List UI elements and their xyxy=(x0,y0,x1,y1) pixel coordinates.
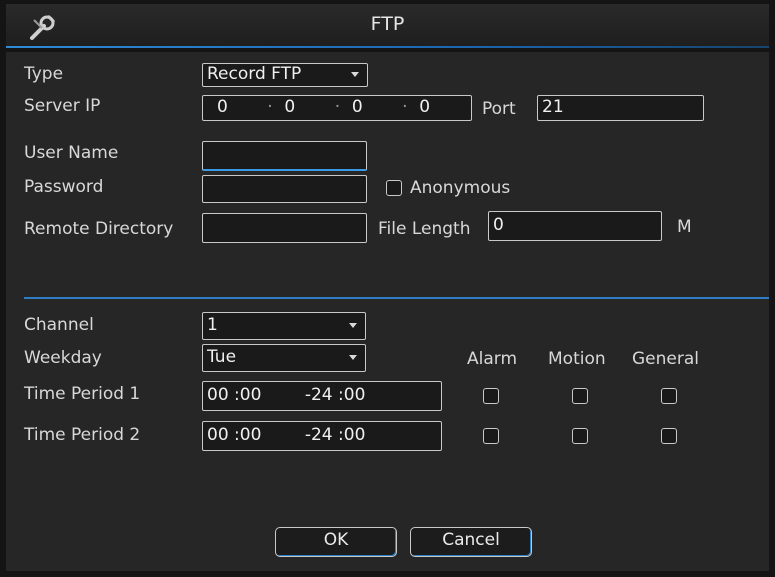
port-label: Port xyxy=(482,99,516,119)
period-1-general-checkbox[interactable] xyxy=(661,388,677,404)
user-name-input[interactable] xyxy=(202,141,367,171)
start-minute[interactable]: 00 xyxy=(240,425,262,445)
remote-directory-input[interactable] xyxy=(202,213,367,243)
weekday-value: Tue xyxy=(207,347,237,367)
start-hour[interactable]: 00 xyxy=(207,385,229,405)
alarm-column-header: Alarm xyxy=(467,349,518,369)
weekday-dropdown[interactable]: Tue xyxy=(202,344,366,372)
remote-directory-label: Remote Directory xyxy=(24,219,174,239)
motion-column-header: Motion xyxy=(548,349,606,369)
end-minute[interactable]: 00 xyxy=(344,425,366,445)
period-2-alarm-checkbox[interactable] xyxy=(483,428,499,444)
period-1-motion-checkbox[interactable] xyxy=(572,388,588,404)
end-minute[interactable]: 00 xyxy=(344,385,366,405)
period-2-motion-checkbox[interactable] xyxy=(572,428,588,444)
port-input[interactable]: 21 xyxy=(537,95,704,121)
ip-dot: · xyxy=(267,97,273,117)
chevron-down-icon xyxy=(351,72,359,77)
anonymous-label: Anonymous xyxy=(410,178,511,198)
ok-button[interactable]: OK xyxy=(275,527,397,557)
period-1-alarm-checkbox[interactable] xyxy=(483,388,499,404)
file-length-unit: M xyxy=(677,217,692,237)
title-bar: FTP xyxy=(6,4,769,48)
time-period-1-label: Time Period 1 xyxy=(24,384,141,404)
server-ip-input[interactable]: 0 · 0 · 0 · 0 xyxy=(202,95,472,121)
ftp-settings-panel xyxy=(6,52,769,571)
file-length-input[interactable]: 0 xyxy=(488,211,662,241)
chevron-down-icon xyxy=(349,323,357,328)
cancel-button[interactable]: Cancel xyxy=(410,527,532,557)
channel-label: Channel xyxy=(24,315,94,335)
start-minute[interactable]: 00 xyxy=(240,385,262,405)
type-dropdown[interactable]: Record FTP xyxy=(202,63,368,87)
ip-octet-4[interactable]: 0 xyxy=(419,96,463,118)
end-hour[interactable]: 24 xyxy=(311,385,333,405)
weekday-label: Weekday xyxy=(24,348,102,368)
general-column-header: General xyxy=(632,349,699,369)
user-name-label: User Name xyxy=(24,143,119,163)
ip-octet-1[interactable]: 0 xyxy=(217,96,261,118)
file-length-label: File Length xyxy=(378,219,471,239)
channel-value: 1 xyxy=(207,315,218,335)
start-hour[interactable]: 00 xyxy=(207,425,229,445)
time-period-1-input[interactable]: 00 :00 -24 :00 xyxy=(202,381,442,411)
time-period-2-label: Time Period 2 xyxy=(24,425,141,445)
period-2-general-checkbox[interactable] xyxy=(661,428,677,444)
end-hour[interactable]: 24 xyxy=(311,425,333,445)
time-period-2-input[interactable]: 00 :00 -24 :00 xyxy=(202,421,442,451)
type-label: Type xyxy=(24,64,64,84)
section-divider xyxy=(24,297,769,299)
ip-dot: · xyxy=(334,97,341,117)
ip-dot: · xyxy=(402,97,408,117)
type-value: Record FTP xyxy=(207,64,302,84)
ip-octet-3[interactable]: 0 xyxy=(352,96,396,118)
password-input[interactable] xyxy=(202,175,367,203)
server-ip-label: Server IP xyxy=(24,96,101,116)
chevron-down-icon xyxy=(349,355,357,360)
title-underline xyxy=(6,46,769,48)
ip-octet-2[interactable]: 0 xyxy=(284,96,328,118)
anonymous-checkbox[interactable] xyxy=(386,180,402,196)
window-title: FTP xyxy=(370,13,405,35)
password-label: Password xyxy=(24,177,104,197)
channel-dropdown[interactable]: 1 xyxy=(202,312,366,340)
